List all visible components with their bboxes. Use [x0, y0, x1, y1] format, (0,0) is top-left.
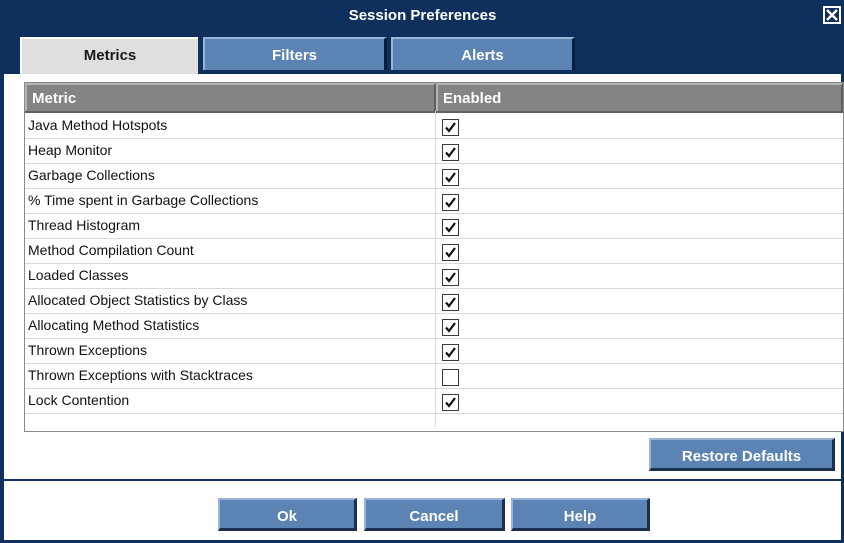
- cancel-button[interactable]: Cancel: [364, 498, 505, 531]
- metrics-table: Metric Enabled Java Method Hotspots Heap …: [24, 82, 844, 432]
- checkmark-icon: [445, 247, 456, 258]
- enabled-checkbox[interactable]: [442, 169, 459, 186]
- metric-name: Thrown Exceptions with Stacktraces: [28, 367, 253, 383]
- help-button[interactable]: Help: [511, 498, 650, 531]
- checkmark-icon: [445, 172, 456, 183]
- metric-name: Thread Histogram: [28, 217, 141, 233]
- table-row: % Time spent in Garbage Collections: [25, 188, 843, 214]
- table-row: Java Method Hotspots: [25, 113, 843, 139]
- enabled-checkbox[interactable]: [442, 144, 459, 161]
- close-button[interactable]: [823, 6, 841, 24]
- enabled-checkbox[interactable]: [442, 294, 459, 311]
- checkmark-icon: [445, 197, 456, 208]
- enabled-checkbox[interactable]: [442, 119, 459, 136]
- table-row: Method Compilation Count: [25, 238, 843, 264]
- metric-name: Java Method Hotspots: [28, 117, 168, 133]
- enabled-checkbox[interactable]: [442, 344, 459, 361]
- table-row: Thrown Exceptions: [25, 338, 843, 364]
- metric-name: Thrown Exceptions: [28, 342, 148, 358]
- restore-defaults-button[interactable]: Restore Defaults: [649, 438, 835, 471]
- window-title: Session Preferences: [348, 7, 497, 24]
- metric-name: Lock Contention: [28, 392, 130, 408]
- enabled-checkbox[interactable]: [442, 319, 459, 336]
- enabled-checkbox[interactable]: [442, 219, 459, 236]
- tab-alerts[interactable]: Alerts: [391, 37, 575, 70]
- table-row: Thrown Exceptions with Stacktraces: [25, 363, 843, 389]
- table-row: Loaded Classes: [25, 263, 843, 289]
- enabled-checkbox[interactable]: [442, 194, 459, 211]
- metric-name: Allocating Method Statistics: [28, 317, 200, 333]
- metric-name: Allocated Object Statistics by Class: [28, 292, 248, 308]
- metric-name: Loaded Classes: [28, 267, 129, 283]
- metric-name: Garbage Collections: [28, 167, 155, 183]
- enabled-checkbox[interactable]: [442, 244, 459, 261]
- checkmark-icon: [445, 122, 456, 133]
- metric-name: Method Compilation Count: [28, 242, 194, 258]
- tab-filters[interactable]: Filters: [203, 37, 387, 70]
- title-bar: Session Preferences: [4, 0, 841, 31]
- table-header: Metric Enabled: [25, 83, 843, 113]
- checkmark-icon: [445, 272, 456, 283]
- table-row: Heap Monitor: [25, 138, 843, 164]
- table-row: Garbage Collections: [25, 163, 843, 189]
- session-preferences-dialog: Session Preferences Metrics Filters Aler…: [0, 0, 844, 543]
- tab-metrics[interactable]: Metrics: [20, 37, 198, 74]
- column-header-metric[interactable]: Metric: [25, 83, 436, 111]
- enabled-checkbox[interactable]: [442, 269, 459, 286]
- metric-name: % Time spent in Garbage Collections: [28, 192, 259, 208]
- ok-button[interactable]: Ok: [218, 498, 357, 531]
- enabled-checkbox[interactable]: [442, 394, 459, 411]
- footer-separator: [4, 479, 841, 481]
- checkmark-icon: [445, 222, 456, 233]
- checkmark-icon: [445, 397, 456, 408]
- table-row: Thread Histogram: [25, 213, 843, 239]
- checkmark-icon: [445, 322, 456, 333]
- table-row: Allocated Object Statistics by Class: [25, 288, 843, 314]
- table-row: Allocating Method Statistics: [25, 313, 843, 339]
- metric-name: Heap Monitor: [28, 142, 113, 158]
- checkmark-icon: [445, 297, 456, 308]
- checkmark-icon: [445, 147, 456, 158]
- checkmark-icon: [445, 347, 456, 358]
- column-header-enabled[interactable]: Enabled: [436, 83, 843, 111]
- enabled-checkbox[interactable]: [442, 369, 459, 386]
- table-row: Lock Contention: [25, 388, 843, 414]
- close-icon: [826, 9, 838, 21]
